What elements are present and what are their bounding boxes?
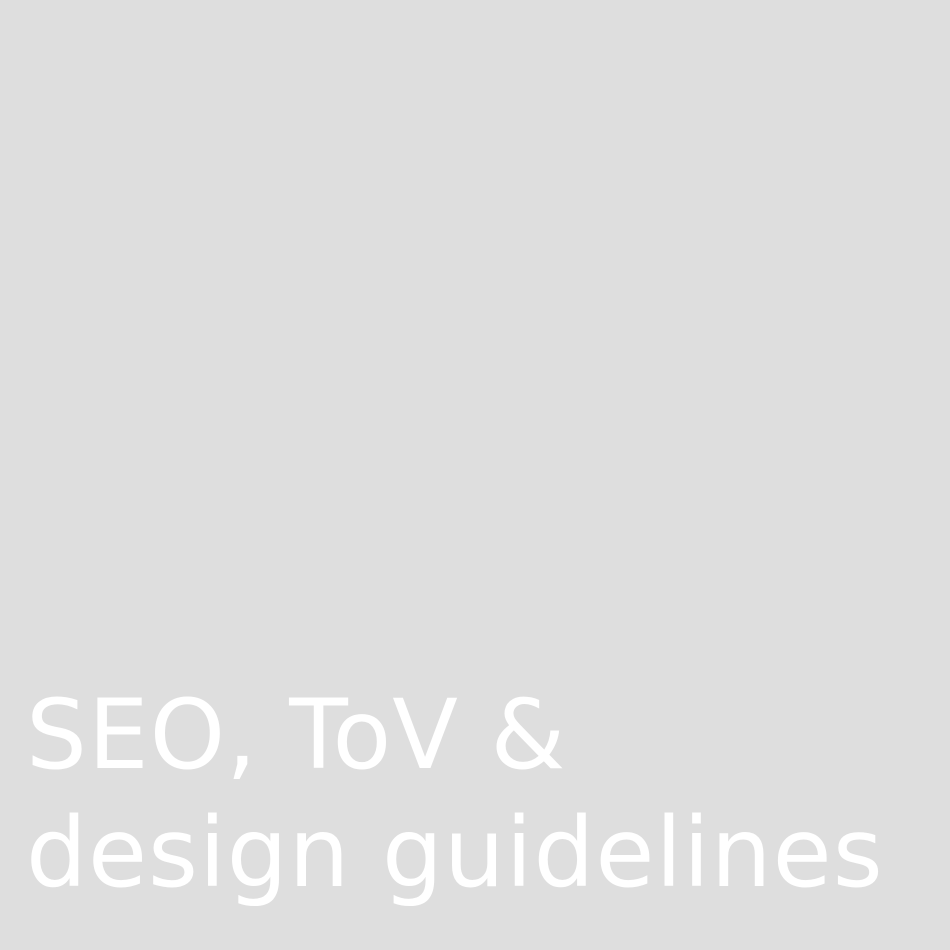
tile-title-line-1: SEO, ToV & [26, 679, 567, 791]
tile-title: SEO, ToV & design guidelines [26, 676, 884, 912]
title-tile: SEO, ToV & design guidelines [0, 0, 950, 950]
tile-title-line-2: design guidelines [26, 797, 884, 909]
